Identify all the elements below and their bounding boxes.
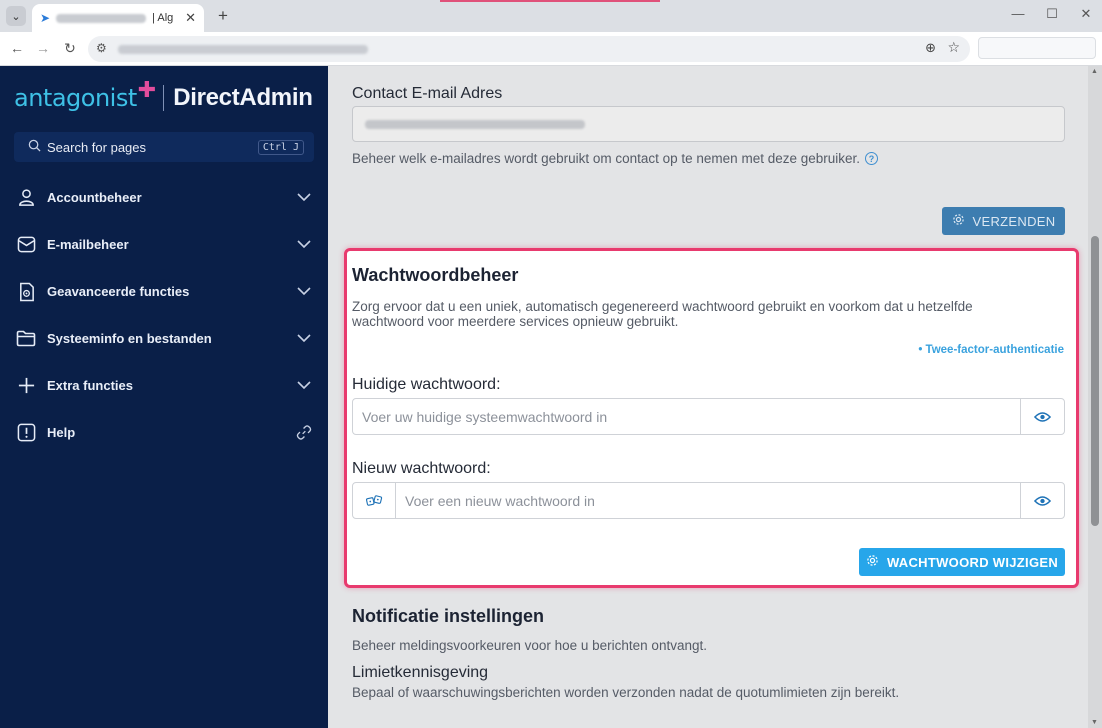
password-section-description: Zorg ervoor dat u een uniek, automatisch…	[352, 299, 973, 329]
chevron-down-icon	[296, 331, 312, 347]
contact-email-value-redacted	[365, 120, 585, 129]
logo-plus-icon: ✚	[137, 77, 157, 102]
sidebar-item-label: Systeeminfo en bestanden	[47, 331, 212, 346]
generate-password-dice-icon[interactable]	[353, 483, 396, 518]
contact-help-text: Beheer welk e-mailadres wordt gebruikt o…	[352, 151, 861, 166]
advanced-icon	[16, 282, 36, 302]
link-icon	[296, 425, 312, 441]
address-bar[interactable]: ⚙ ⊕ ☆	[88, 36, 970, 62]
browser-tab-bar: ⌄ ➤ | Alg ✕ + — ☐ ✕	[0, 0, 1102, 32]
sidebar-item-accountbeheer[interactable]: Accountbeheer	[0, 174, 328, 221]
scrollbar-thumb[interactable]	[1091, 236, 1099, 526]
chevron-down-icon	[296, 190, 312, 206]
current-password-placeholder: Voer uw huidige systeemwachtwoord in	[362, 408, 608, 425]
chevron-down-icon	[296, 237, 312, 253]
sidebar-item-extra-functies[interactable]: Extra functies	[0, 362, 328, 409]
contact-email-help: Beheer welk e-mailadres wordt gebruikt o…	[352, 151, 879, 166]
password-management-card: Wachtwoordbeheer Zorg ervoor dat u een u…	[344, 248, 1079, 588]
sidebar-item-label: E-mailbeheer	[47, 237, 129, 252]
new-password-field[interactable]: Voer een nieuw wachtwoord in	[352, 482, 1065, 519]
tab-title: | Alg	[152, 12, 174, 24]
browser-toolbar: ← → ↻ ⚙ ⊕ ☆	[0, 32, 1102, 66]
sidebar-item-label: Geavanceerde functies	[47, 284, 190, 299]
change-password-button[interactable]: WACHTWOORD WIJZIGEN	[859, 548, 1065, 576]
sidebar-item-label: Help	[47, 425, 76, 440]
tab-bar-accent	[440, 0, 660, 2]
main-content: Contact E-mail Adres Beheer welk e-maila…	[328, 66, 1102, 728]
logo-brand: antagonist	[14, 84, 137, 112]
site-favicon-icon: ➤	[40, 11, 51, 25]
submit-contact-label: VERZENDEN	[972, 213, 1056, 229]
notification-settings-title: Notificatie instellingen	[352, 606, 545, 626]
show-password-eye-icon[interactable]	[1020, 399, 1064, 434]
main-scrollbar[interactable]: ▲ ▼	[1088, 66, 1102, 728]
sidebar: antagonist ✚ DirectAdmin Search for page…	[0, 66, 328, 728]
sidebar-item-help[interactable]: Help	[0, 409, 328, 456]
url-redacted	[118, 45, 368, 54]
page-search[interactable]: Search for pages Ctrl J	[14, 132, 314, 162]
scroll-up-arrow-icon[interactable]: ▲	[1091, 68, 1098, 75]
search-shortcut: Ctrl J	[257, 139, 304, 155]
zoom-icon[interactable]: ⊕	[925, 40, 936, 56]
window-close-button[interactable]: ✕	[1078, 6, 1094, 22]
logo[interactable]: antagonist ✚ DirectAdmin	[14, 77, 313, 116]
scroll-down-arrow-icon[interactable]: ▼	[1091, 719, 1098, 726]
user-icon	[16, 188, 36, 208]
bookmark-star-icon[interactable]: ☆	[947, 39, 960, 56]
sidebar-nav: Accountbeheer E-mailbeheer Geavanceerde …	[0, 174, 328, 456]
gear-icon	[952, 213, 965, 229]
tab-close-icon[interactable]: ✕	[185, 10, 196, 26]
gear-icon	[866, 554, 879, 570]
sidebar-item-label: Accountbeheer	[47, 190, 142, 205]
limit-notice-title: Limietkennisgeving	[352, 664, 489, 681]
sidebar-item-systeeminfo-en-bestanden[interactable]: Systeeminfo en bestanden	[0, 315, 328, 362]
reload-icon[interactable]: ↻	[61, 40, 79, 57]
extensions-area[interactable]	[978, 37, 1096, 59]
logo-product: DirectAdmin	[173, 84, 313, 111]
browser-tab[interactable]: ➤ | Alg ✕	[32, 4, 204, 32]
tab-search-button[interactable]: ⌄	[6, 6, 26, 26]
password-section-title: Wachtwoordbeheer	[352, 265, 519, 285]
folder-icon	[16, 329, 36, 349]
chevron-down-icon	[296, 378, 312, 394]
sidebar-item-label: Extra functies	[47, 378, 133, 393]
logo-separator	[163, 85, 165, 111]
submit-contact-button[interactable]: VERZENDEN	[942, 207, 1065, 235]
new-tab-button[interactable]: +	[212, 5, 234, 27]
mail-icon	[16, 235, 36, 255]
help-question-icon[interactable]: ?	[865, 152, 879, 165]
contact-email-label: Contact E-mail Adres	[352, 85, 503, 102]
site-info-icon[interactable]: ⚙	[96, 41, 107, 55]
two-factor-auth-link[interactable]: • Twee-factor-authenticatie	[918, 344, 1064, 356]
sidebar-item-e-mailbeheer[interactable]: E-mailbeheer	[0, 221, 328, 268]
current-password-field[interactable]: Voer uw huidige systeemwachtwoord in	[352, 398, 1065, 435]
window-controls: — ☐ ✕	[1010, 6, 1094, 22]
chevron-down-icon	[296, 284, 312, 300]
contact-email-field[interactable]	[352, 106, 1065, 142]
limit-notice-description: Bepaal of waarschuwingsberichten worden …	[352, 685, 900, 700]
change-password-label: WACHTWOORD WIJZIGEN	[886, 554, 1059, 570]
plus-icon	[16, 376, 36, 396]
forward-arrow-icon[interactable]: →	[34, 40, 52, 56]
new-password-placeholder: Voer een nieuw wachtwoord in	[405, 492, 595, 509]
show-new-password-eye-icon[interactable]	[1020, 483, 1064, 518]
sidebar-item-geavanceerde-functies[interactable]: Geavanceerde functies	[0, 268, 328, 315]
minimize-button[interactable]: —	[1010, 6, 1026, 22]
back-arrow-icon[interactable]: ←	[8, 40, 26, 56]
tab-title-redacted	[56, 13, 147, 23]
new-password-label: Nieuw wachtwoord:	[352, 460, 491, 477]
alert-icon	[16, 423, 36, 443]
search-icon	[28, 139, 41, 155]
notification-settings-description: Beheer meldingsvoorkeuren voor hoe u ber…	[352, 638, 707, 653]
current-password-label: Huidige wachtwoord:	[352, 376, 501, 393]
maximize-button[interactable]: ☐	[1044, 6, 1060, 22]
search-placeholder: Search for pages	[47, 139, 147, 155]
